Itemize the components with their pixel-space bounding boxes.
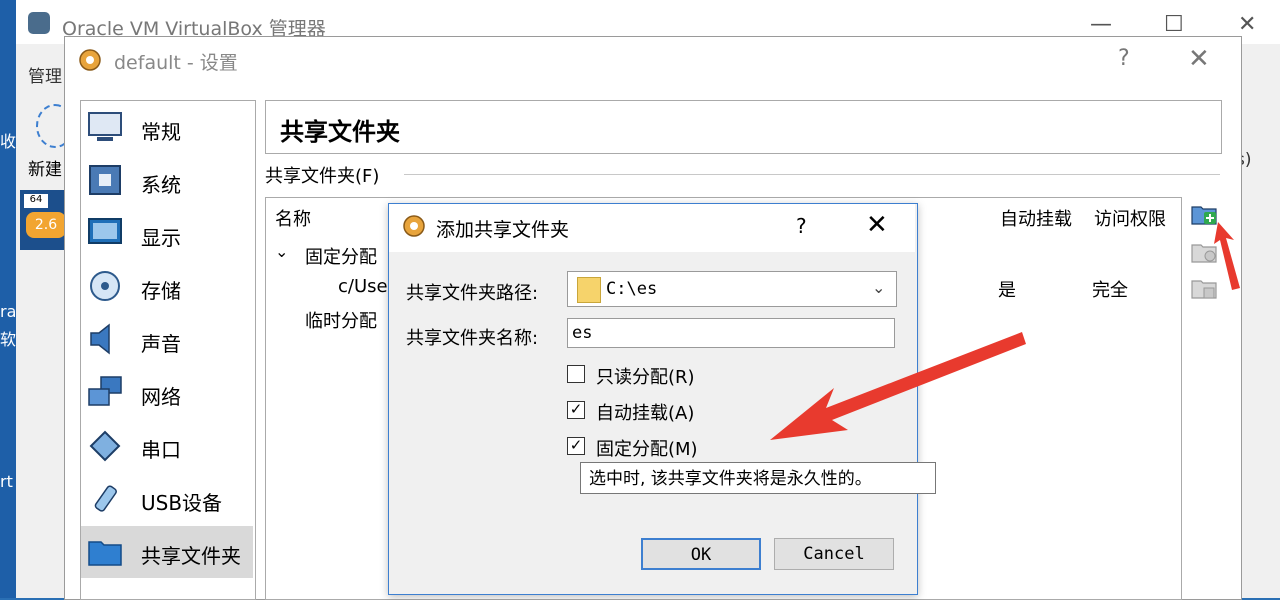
close-icon[interactable]: ✕: [1188, 44, 1210, 74]
sidebar-item-label: 串口: [141, 438, 181, 462]
automount-label[interactable]: 自动挂载(A): [596, 399, 694, 425]
page-title: 共享文件夹: [280, 118, 400, 146]
sidebar-item-shared-folders[interactable]: 共享文件夹: [81, 526, 253, 578]
vm-version-badge: 2.6: [26, 212, 66, 238]
new-vm-label[interactable]: 新建: [28, 155, 62, 180]
desktop-background: [0, 0, 16, 598]
name-label: 共享文件夹名称:: [406, 328, 539, 349]
column-header-automount[interactable]: 自动挂载: [1000, 205, 1072, 231]
sidebar-item-network[interactable]: 网络: [81, 367, 253, 419]
column-header-access[interactable]: 访问权限: [1094, 205, 1166, 231]
sidebar-item-usb[interactable]: USB设备: [81, 473, 253, 525]
desktop-icon-label: rt: [0, 472, 13, 491]
help-icon[interactable]: ?: [1118, 46, 1130, 71]
network-icon: [88, 376, 122, 406]
automount-checkbox[interactable]: ✓: [567, 401, 585, 419]
desktop-icon-label: 软: [0, 330, 17, 349]
sidebar-item-display[interactable]: 显示: [81, 208, 253, 260]
tree-group-fixed[interactable]: 固定分配: [305, 243, 377, 269]
sidebar-item-label: 显示: [141, 226, 181, 250]
remove-share-icon[interactable]: [1190, 276, 1218, 300]
folder-name-input[interactable]: [567, 318, 895, 348]
maximize-icon[interactable]: ☐: [1164, 12, 1184, 37]
sidebar-item-general[interactable]: 常规: [81, 102, 253, 154]
edit-share-icon[interactable]: [1190, 240, 1218, 264]
settings-gear-icon: [403, 215, 425, 237]
path-label: 共享文件夹路径:: [406, 283, 539, 304]
table-row-access: 完全: [1092, 280, 1128, 301]
sidebar-item-label: 网络: [141, 385, 181, 409]
close-icon[interactable]: ✕: [1238, 12, 1256, 37]
table-row-path[interactable]: c/Use: [338, 276, 388, 297]
tooltip: 选中时, 该共享文件夹将是永久性的。: [580, 462, 936, 494]
sidebar-item-label: 系统: [141, 173, 181, 197]
page-header: [265, 100, 1222, 154]
sidebar-item-label: 存储: [141, 279, 181, 303]
display-icon: [88, 218, 122, 244]
manager-menu-item[interactable]: 管理: [28, 62, 62, 87]
group-divider: [404, 174, 1220, 175]
sidebar-item-audio[interactable]: 声音: [81, 314, 253, 366]
sidebar-item-label: 共享文件夹: [141, 544, 241, 568]
chevron-down-icon[interactable]: ⌄: [275, 242, 288, 261]
readonly-label[interactable]: 只读分配(R): [596, 363, 695, 389]
help-icon[interactable]: ?: [796, 214, 807, 238]
settings-title: default - 设置: [114, 52, 238, 74]
add-share-title: 添加共享文件夹: [436, 219, 570, 241]
permanent-checkbox[interactable]: ✓: [567, 437, 585, 455]
sidebar-item-storage[interactable]: 存储: [81, 261, 253, 313]
column-header-name[interactable]: 名称: [275, 205, 311, 231]
folder-icon: [577, 277, 601, 303]
desktop-icon-label: ra: [0, 302, 17, 321]
readonly-checkbox[interactable]: [567, 365, 585, 383]
sidebar-item-label: 常规: [141, 120, 181, 144]
virtualbox-logo-icon: [28, 12, 50, 34]
sidebar-item-serial[interactable]: 串口: [81, 420, 253, 472]
close-icon[interactable]: ✕: [866, 210, 888, 240]
permanent-label[interactable]: 固定分配(M): [596, 435, 698, 461]
settings-gear-icon: [79, 49, 101, 71]
add-share-icon[interactable]: [1190, 202, 1218, 226]
table-row-automount: 是: [998, 280, 1016, 301]
desktop-icon-label: 收: [0, 132, 17, 151]
folder-icon: [88, 541, 122, 566]
group-label: 共享文件夹(F): [265, 166, 380, 187]
usb-icon: [94, 485, 117, 512]
vm-arch-badge: 64: [24, 194, 48, 208]
minimize-icon[interactable]: —: [1090, 12, 1112, 37]
ok-button[interactable]: OK: [641, 538, 761, 570]
chip-icon: [89, 165, 121, 195]
sidebar-item-system[interactable]: 系统: [81, 155, 253, 207]
serial-icon: [89, 430, 121, 462]
cancel-button[interactable]: Cancel: [774, 538, 894, 570]
speaker-icon: [90, 323, 110, 355]
sidebar-item-label: 声音: [141, 332, 181, 356]
folder-path-value: C:\es: [606, 279, 658, 299]
sidebar-item-label: USB设备: [141, 491, 223, 515]
disk-icon: [90, 271, 120, 301]
chevron-down-icon[interactable]: ⌄: [872, 278, 885, 297]
tree-group-temporary[interactable]: 临时分配: [305, 307, 377, 333]
monitor-icon: [88, 112, 122, 141]
